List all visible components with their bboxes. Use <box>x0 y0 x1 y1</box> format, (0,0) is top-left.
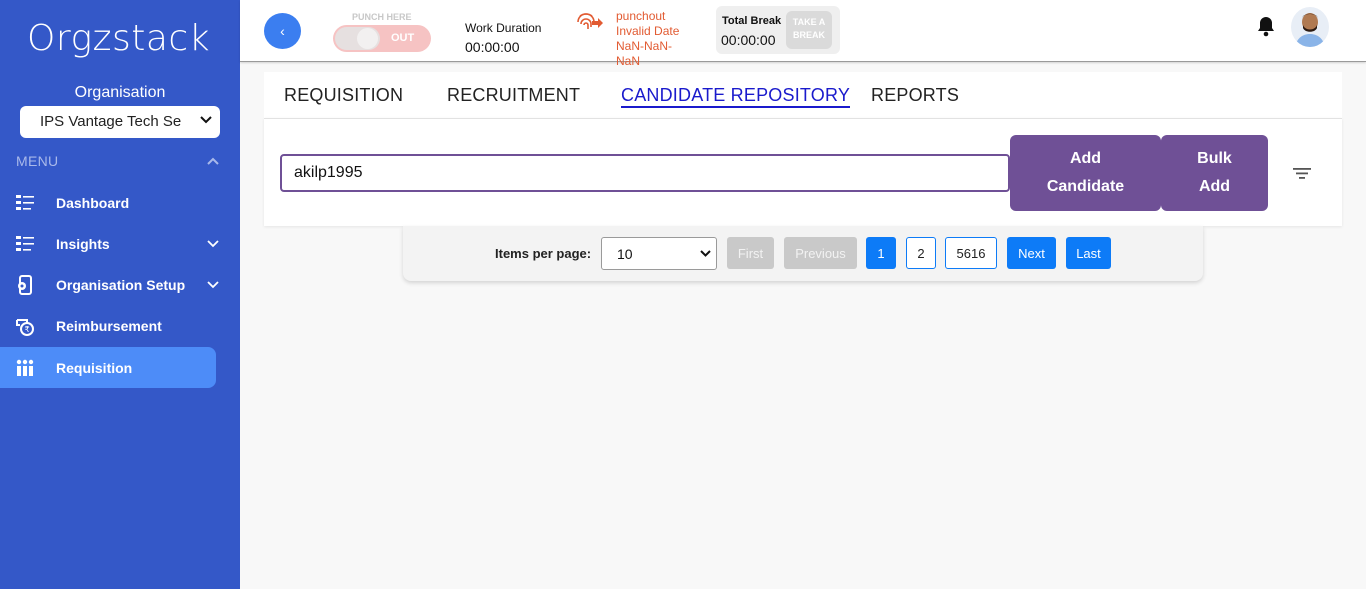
bulk-add-button[interactable]: Bulk Add <box>1161 135 1268 211</box>
sidebar-item-insights[interactable]: Insights <box>0 223 219 264</box>
punch-status-date: Invalid Date <box>616 24 680 38</box>
tab-reports[interactable]: REPORTS <box>871 85 959 106</box>
chevron-down-icon <box>207 240 219 248</box>
search-input[interactable] <box>280 154 1010 192</box>
toggle-knob <box>335 27 380 50</box>
tab-requisition[interactable]: REQUISITION <box>284 85 403 106</box>
page-button-last-number[interactable]: 5616 <box>945 237 997 269</box>
sidebar-item-requisition[interactable]: Requisition <box>0 347 216 388</box>
dashboard-icon <box>16 195 34 210</box>
take-break-button[interactable]: TAKE A BREAK <box>786 11 832 49</box>
sidebar-item-reimbursement[interactable]: ₹ Reimbursement <box>0 305 216 346</box>
punch-status: punchout Invalid Date NaN-NaN-NaN <box>616 9 706 69</box>
insights-icon <box>16 236 34 251</box>
svg-text:₹: ₹ <box>25 325 30 334</box>
total-break-label: Total Break <box>722 15 782 27</box>
menu-label: MENU <box>16 153 59 169</box>
previous-page-button[interactable]: Previous <box>784 237 857 269</box>
bell-icon[interactable] <box>1256 15 1276 37</box>
work-duration-label: Work Duration <box>465 21 542 35</box>
items-per-page-value: 10 <box>617 246 633 262</box>
page-button-1[interactable]: 1 <box>866 237 896 269</box>
items-per-page-select[interactable]: 10 <box>601 237 717 270</box>
chevron-down-icon <box>200 116 212 124</box>
page-button-2[interactable]: 2 <box>906 237 936 269</box>
add-candidate-button[interactable]: Add Candidate <box>1010 135 1161 211</box>
tab-recruitment[interactable]: RECRUITMENT <box>447 85 580 106</box>
add-candidate-label: Add Candidate <box>1046 150 1125 195</box>
fingerprint-icon <box>577 13 603 29</box>
work-duration-value: 00:00:00 <box>465 39 520 55</box>
sidebar-item-label: Insights <box>56 235 110 252</box>
organisation-label: Organisation <box>74 84 166 101</box>
top-header: ‹ PUNCH HERE OUT Work Duration 00:00:00 … <box>240 0 1366 68</box>
sidebar-item-label: Requisition <box>56 359 133 376</box>
items-per-page-label: Items per page: <box>495 246 592 261</box>
last-page-button[interactable]: Last <box>1066 237 1111 269</box>
user-avatar-icon <box>1291 7 1329 47</box>
next-page-button[interactable]: Next <box>1007 237 1056 269</box>
chevron-up-icon[interactable] <box>206 154 220 168</box>
bulk-add-label: Bulk Add <box>1197 150 1232 195</box>
break-box: Total Break 00:00:00 TAKE A BREAK <box>716 6 840 54</box>
filter-icon[interactable] <box>1292 165 1312 181</box>
sidebar: Orgzstack Organisation IPS Vantage Tech … <box>0 0 240 589</box>
sidebar-item-label: Dashboard <box>56 194 130 211</box>
sidebar-item-organisation-setup[interactable]: Organisation Setup <box>0 264 219 305</box>
chevron-down-icon <box>207 281 219 289</box>
punch-status-time: NaN-NaN-NaN <box>616 39 673 68</box>
organisation-select-value: IPS Vantage Tech Se <box>40 113 182 130</box>
org-setup-icon <box>18 275 32 295</box>
first-page-button[interactable]: First <box>727 237 774 269</box>
requisition-icon <box>16 359 34 376</box>
organisation-select[interactable]: IPS Vantage Tech Se <box>20 106 220 138</box>
search-card: Add Candidate Bulk Add <box>264 118 1342 226</box>
punch-status-type: punchout <box>616 9 666 23</box>
pagination-bar: Items per page: 10 First Previous 1 2 56… <box>403 226 1203 281</box>
punch-label: PUNCH HERE <box>352 12 412 22</box>
total-break-value: 00:00:00 <box>721 32 776 48</box>
back-button[interactable]: ‹ <box>264 13 301 49</box>
punch-state: OUT <box>391 32 415 44</box>
reimbursement-icon: ₹ <box>16 319 34 336</box>
chevron-left-icon: ‹ <box>280 23 285 39</box>
sidebar-item-dashboard[interactable]: Dashboard <box>0 182 216 223</box>
tab-bar: REQUISITION RECRUITMENT CANDIDATE REPOSI… <box>264 72 1342 118</box>
sidebar-item-label: Reimbursement <box>56 317 162 334</box>
sidebar-item-label: Organisation Setup <box>56 276 186 293</box>
chevron-down-icon <box>700 250 711 257</box>
avatar[interactable] <box>1291 7 1329 47</box>
tab-candidate-repository[interactable]: CANDIDATE REPOSITORY <box>621 85 851 108</box>
punch-toggle[interactable]: OUT <box>333 25 431 52</box>
app-logo[interactable]: Orgzstack <box>27 18 210 59</box>
